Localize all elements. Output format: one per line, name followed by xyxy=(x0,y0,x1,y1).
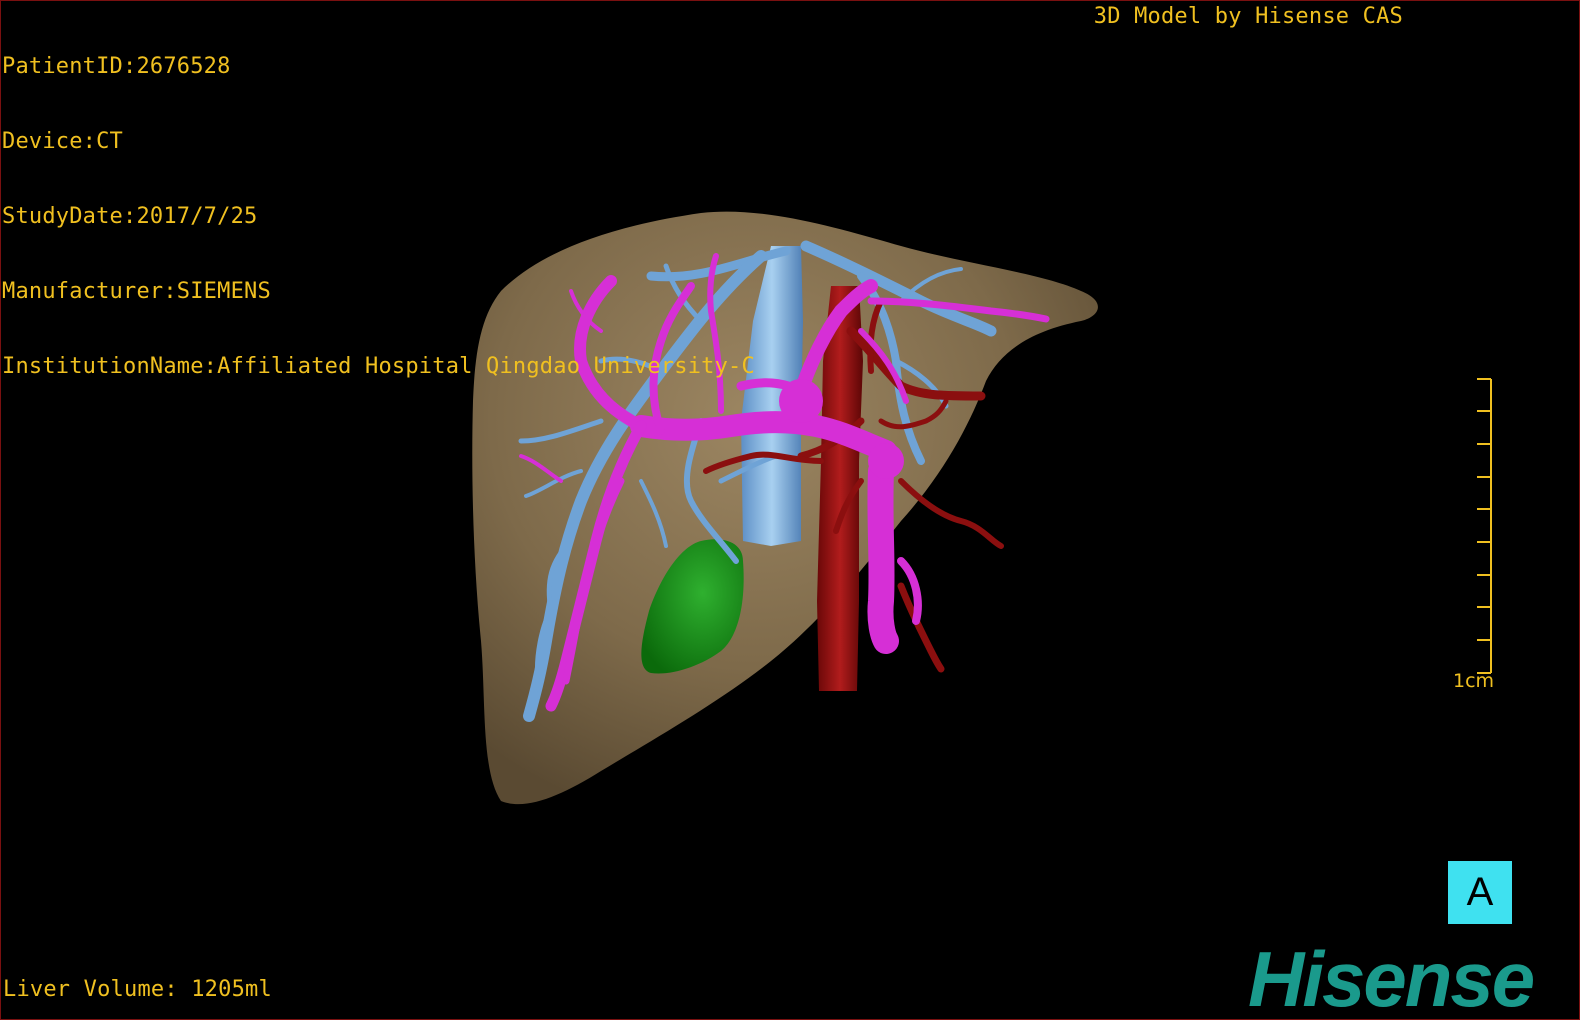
patient-id-label: PatientID:2676528 xyxy=(2,54,231,79)
liver-volume-label: Liver Volume: 1205ml xyxy=(3,977,272,1002)
portal-confluence xyxy=(779,379,823,423)
scale-bar xyxy=(1477,378,1492,674)
view-label-badge[interactable]: A xyxy=(1448,861,1512,924)
render-viewport-frame: PatientID:2676528 Device:CT StudyDate:20… xyxy=(0,0,1580,1020)
manufacturer-label: Manufacturer:SIEMENS xyxy=(2,279,271,304)
institution-label: InstitutionName:Affiliated Hospital Qing… xyxy=(2,354,755,379)
study-date-label: StudyDate:2017/7/25 xyxy=(2,204,258,229)
hisense-logo: Hisense xyxy=(1248,935,1535,1020)
scale-bar-label: 1cm xyxy=(1453,670,1495,692)
model-credit-label: 3D Model by Hisense CAS xyxy=(1093,4,1403,29)
device-label: Device:CT xyxy=(2,129,124,154)
dicom-info-block: PatientID:2676528 Device:CT StudyDate:20… xyxy=(2,4,755,429)
portal-bifurcation xyxy=(868,443,904,479)
